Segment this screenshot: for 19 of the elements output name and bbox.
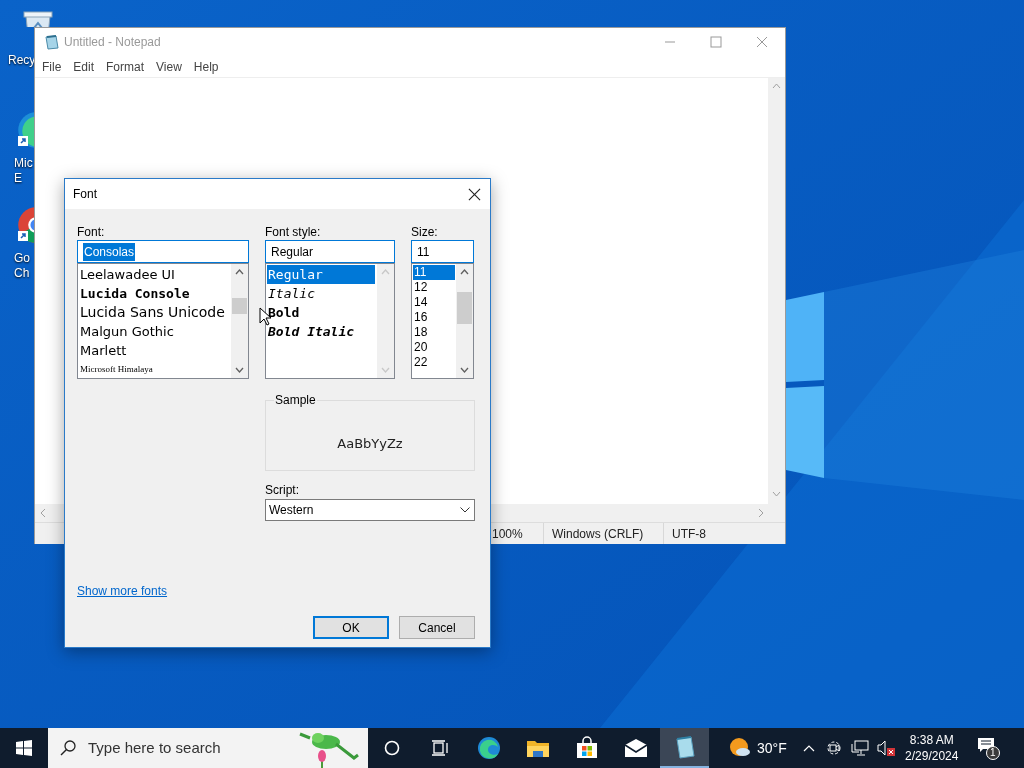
network-icon[interactable] [850, 740, 869, 756]
chevron-up-icon[interactable] [802, 744, 815, 752]
start-button[interactable] [16, 740, 32, 756]
notification-badge: 1 [985, 746, 1000, 760]
browser-icon [476, 736, 501, 760]
date-text: 2/29/2024 [905, 748, 959, 764]
weather-icon[interactable] [729, 737, 751, 759]
temperature-text[interactable]: 30°F [757, 737, 787, 759]
search-field[interactable]: Type here to search [48, 728, 368, 768]
search-icon [60, 740, 76, 756]
task-view-icon[interactable] [431, 740, 449, 756]
camera-icon[interactable] [826, 740, 841, 756]
taskbar-button[interactable] [660, 728, 709, 768]
envelope-icon [623, 736, 648, 760]
muted-speaker-icon[interactable] [876, 740, 895, 756]
shopping-bag-icon [574, 736, 599, 760]
clock[interactable]: 8:38 AM 2/29/2024 [902, 732, 961, 764]
circle-icon[interactable] [384, 740, 400, 756]
time-text: 8:38 AM [909, 732, 954, 748]
